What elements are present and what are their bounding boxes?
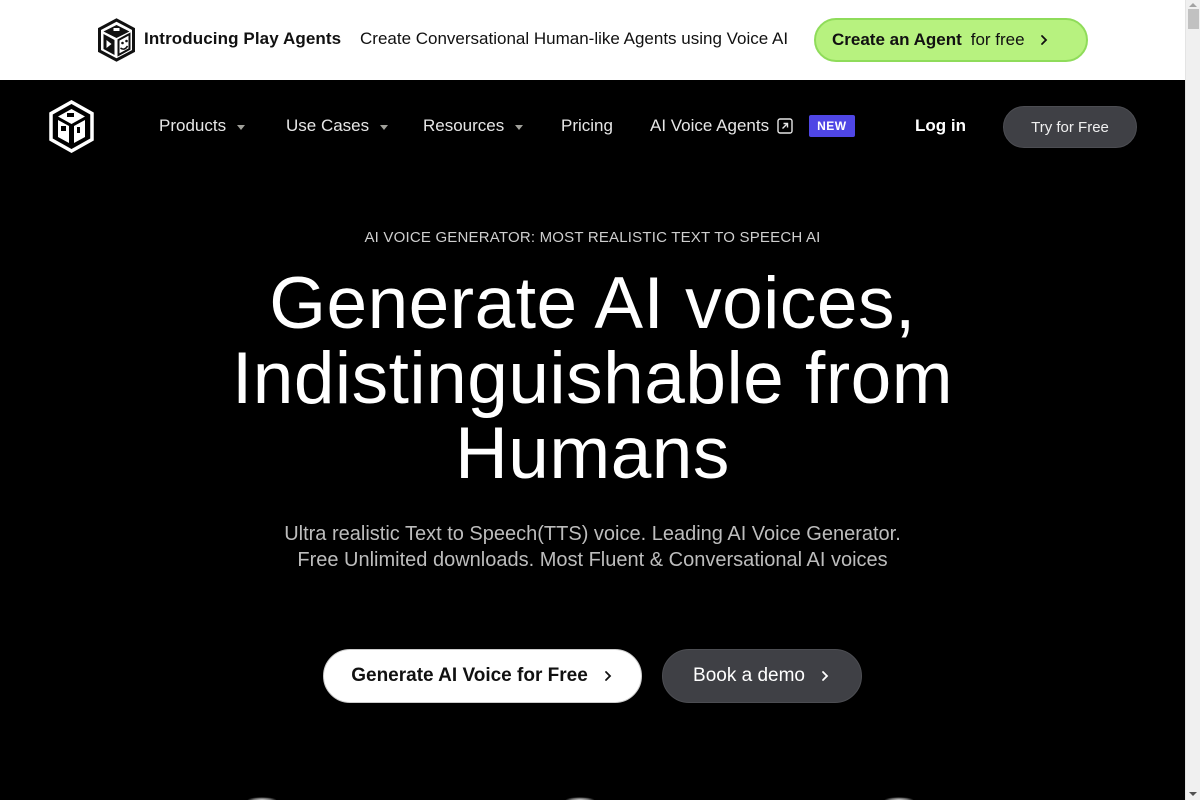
nav-resources-label: Resources [423,116,505,135]
announcement-bar: Introducing Play Agents Create Conversat… [0,0,1185,80]
external-link-icon [777,118,793,134]
announcement-subtitle: Create Conversational Human-like Agents … [360,29,789,48]
nav-ai-voice-agents-label: AI Voice Agents [650,116,770,135]
nav-ai-voice-agents[interactable]: AI Voice Agents NEW [650,115,855,137]
headline-line-3: Humans [455,413,730,494]
subtext-line-1: Ultra realistic Text to Speech(TTS) voic… [284,523,901,545]
caret-down-icon [515,124,524,130]
scroll-up-arrow-icon[interactable] [1189,3,1197,7]
playht-logo-icon[interactable] [47,99,96,154]
chevron-right-icon [1040,35,1047,45]
create-agent-label: Create an Agent [832,30,962,49]
announcement-title: Introducing Play Agents [144,29,342,48]
headline-line-2: Indistinguishable from [231,338,954,419]
nav-resources[interactable]: Resources [423,116,524,136]
hero-eyebrow: AI VOICE GENERATOR: MOST REALISTIC TEXT … [364,229,821,246]
generate-voice-button[interactable]: Generate AI Voice for Free [323,649,642,703]
create-agent-button[interactable]: Create an Agent for free [814,18,1088,62]
hero-subtext: Ultra realistic Text to Speech(TTS) voic… [0,521,1185,573]
hero-headline: Generate AI voices, Indistinguishable fr… [0,266,1185,491]
nav-pricing-label: Pricing [561,116,613,135]
nav-products-label: Products [159,116,227,135]
nav-use-cases[interactable]: Use Cases [286,116,389,136]
new-badge: NEW [809,115,855,137]
headline-line-1: Generate AI voices, [269,263,916,344]
nav-pricing[interactable]: Pricing [561,116,613,136]
vertical-scrollbar[interactable] [1185,0,1200,800]
main-nav: Products Use Cases Resources Pricing AI … [0,80,1185,172]
nav-use-cases-label: Use Cases [286,116,370,135]
try-for-free-button[interactable]: Try for Free [1003,106,1137,148]
caret-down-icon [380,124,389,130]
caret-down-icon [237,124,246,130]
scroll-thumb[interactable] [1188,9,1199,29]
book-demo-button[interactable]: Book a demo [662,649,862,703]
page: Introducing Play Agents Create Conversat… [0,0,1185,800]
login-link[interactable]: Log in [915,116,966,136]
book-demo-label: Book a demo [693,665,805,686]
nav-products[interactable]: Products [159,116,246,136]
scroll-down-arrow-icon[interactable] [1189,792,1197,796]
play-agents-logo-icon [98,18,135,62]
chevron-right-icon [822,671,829,681]
generate-voice-label: Generate AI Voice for Free [351,665,588,686]
for-free-label: for free [970,30,1025,49]
chevron-right-icon [604,671,612,681]
subtext-line-2: Free Unlimited downloads. Most Fluent & … [297,549,888,571]
